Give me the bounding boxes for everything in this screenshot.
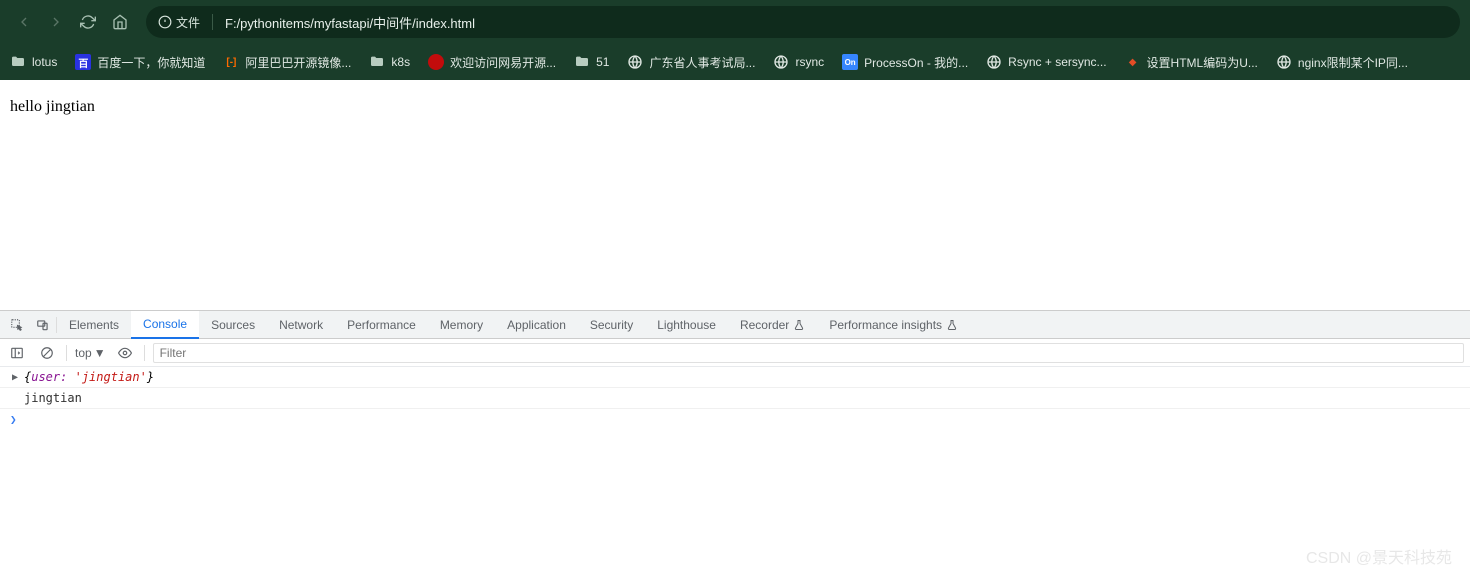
bookmark-item[interactable]: [-] 阿里巴巴开源镜像... bbox=[223, 54, 351, 71]
console-input-row[interactable]: ❯ bbox=[0, 409, 1470, 429]
tab-console[interactable]: Console bbox=[131, 311, 199, 339]
bookmark-item[interactable]: Rsync + sersync... bbox=[986, 54, 1106, 70]
flask-icon bbox=[946, 319, 958, 331]
processon-icon: On bbox=[842, 54, 858, 70]
url-divider bbox=[212, 14, 213, 30]
globe-icon bbox=[627, 54, 643, 70]
bookmark-label: 设置HTML编码为U... bbox=[1147, 54, 1258, 71]
bookmark-label: k8s bbox=[391, 55, 410, 69]
devtools-panel: Elements Console Sources Network Perform… bbox=[0, 310, 1470, 429]
tab-network[interactable]: Network bbox=[267, 311, 335, 339]
bookmark-item[interactable]: 欢迎访问网易开源... bbox=[428, 54, 556, 71]
toggle-sidebar-icon[interactable] bbox=[6, 342, 28, 364]
console-output: ▶ {user: 'jingtian'} jingtian ❯ bbox=[0, 367, 1470, 429]
tab-sources[interactable]: Sources bbox=[199, 311, 267, 339]
tab-lighthouse[interactable]: Lighthouse bbox=[645, 311, 728, 339]
tab-recorder[interactable]: Recorder bbox=[728, 311, 817, 339]
bookmark-label: nginx限制某个IP同... bbox=[1298, 54, 1408, 71]
file-info-icon: 文件 bbox=[158, 14, 200, 31]
divider bbox=[66, 345, 67, 361]
filter-input-wrapper bbox=[153, 343, 1464, 363]
folder-icon bbox=[369, 56, 385, 69]
baidu-icon: 百 bbox=[75, 54, 91, 70]
filter-input[interactable] bbox=[153, 343, 1464, 363]
bookmark-item[interactable]: 广东省人事考试局... bbox=[627, 54, 755, 71]
globe-icon bbox=[773, 54, 789, 70]
reload-button[interactable] bbox=[74, 8, 102, 36]
bookmark-item[interactable]: 51 bbox=[574, 55, 609, 69]
tab-performance[interactable]: Performance bbox=[335, 311, 428, 339]
home-button[interactable] bbox=[106, 8, 134, 36]
divider bbox=[144, 345, 145, 361]
bookmark-item[interactable]: lotus bbox=[10, 55, 57, 69]
bookmark-item[interactable]: rsync bbox=[773, 54, 824, 70]
bookmark-item[interactable]: k8s bbox=[369, 55, 410, 69]
back-button[interactable] bbox=[10, 8, 38, 36]
chevron-down-icon: ▼ bbox=[94, 346, 106, 360]
bookmark-item[interactable]: On ProcessOn - 我的... bbox=[842, 54, 968, 71]
prompt-icon: ❯ bbox=[10, 413, 17, 426]
console-log-row[interactable]: ▶ {user: 'jingtian'} bbox=[0, 367, 1470, 388]
globe-icon bbox=[986, 54, 1002, 70]
console-toolbar: top ▼ bbox=[0, 339, 1470, 367]
navigation-bar: 文件 F:/pythonitems/myfastapi/中间件/index.ht… bbox=[0, 0, 1470, 44]
tab-security[interactable]: Security bbox=[578, 311, 645, 339]
page-content: hello jingtian bbox=[0, 80, 1470, 310]
watermark: CSDN @景天科技苑 bbox=[1306, 544, 1452, 568]
folder-icon bbox=[10, 56, 26, 69]
tab-performance-insights[interactable]: Performance insights bbox=[817, 311, 970, 339]
bookmark-label: 百度一下，你就知道 bbox=[97, 54, 205, 71]
tab-memory[interactable]: Memory bbox=[428, 311, 495, 339]
bookmark-item[interactable]: ◆ 设置HTML编码为U... bbox=[1125, 54, 1258, 71]
device-toolbar-icon[interactable] bbox=[30, 312, 56, 338]
url-bar[interactable]: 文件 F:/pythonitems/myfastapi/中间件/index.ht… bbox=[146, 6, 1460, 38]
bookmark-label: Rsync + sersync... bbox=[1008, 55, 1106, 69]
tab-elements[interactable]: Elements bbox=[57, 311, 131, 339]
tab-application[interactable]: Application bbox=[495, 311, 578, 339]
html-icon: ◆ bbox=[1125, 54, 1141, 70]
bookmark-label: 阿里巴巴开源镜像... bbox=[245, 54, 351, 71]
bookmark-label: 51 bbox=[596, 55, 609, 69]
url-prefix-label: 文件 bbox=[176, 14, 200, 31]
flask-icon bbox=[793, 319, 805, 331]
bookmark-label: 欢迎访问网易开源... bbox=[450, 54, 556, 71]
bookmark-label: ProcessOn - 我的... bbox=[864, 54, 968, 71]
context-dropdown[interactable]: top ▼ bbox=[75, 346, 106, 360]
console-log-row[interactable]: jingtian bbox=[0, 388, 1470, 409]
clear-console-icon[interactable] bbox=[36, 342, 58, 364]
browser-chrome: 文件 F:/pythonitems/myfastapi/中间件/index.ht… bbox=[0, 0, 1470, 80]
expand-triangle-icon[interactable]: ▶ bbox=[12, 372, 18, 383]
bookmark-item[interactable]: 百百度一下，你就知道 bbox=[75, 54, 205, 71]
bookmark-label: 广东省人事考试局... bbox=[649, 54, 755, 71]
live-expression-icon[interactable] bbox=[114, 342, 136, 364]
netease-icon bbox=[428, 54, 444, 70]
bookmark-label: rsync bbox=[795, 55, 824, 69]
page-text: hello jingtian bbox=[10, 98, 95, 115]
folder-icon bbox=[574, 56, 590, 69]
devtools-tabs: Elements Console Sources Network Perform… bbox=[0, 311, 1470, 339]
bookmarks-bar: lotus 百百度一下，你就知道 [-] 阿里巴巴开源镜像... k8s 欢迎访问网易开源… bbox=[0, 44, 1470, 80]
forward-button[interactable] bbox=[42, 8, 70, 36]
globe-icon bbox=[1276, 54, 1292, 70]
bookmark-label: lotus bbox=[32, 55, 57, 69]
url-text: F:/pythonitems/myfastapi/中间件/index.html bbox=[225, 13, 475, 32]
bookmark-item[interactable]: nginx限制某个IP同... bbox=[1276, 54, 1408, 71]
aliyun-icon: [-] bbox=[223, 54, 239, 70]
inspect-element-icon[interactable] bbox=[4, 312, 30, 338]
